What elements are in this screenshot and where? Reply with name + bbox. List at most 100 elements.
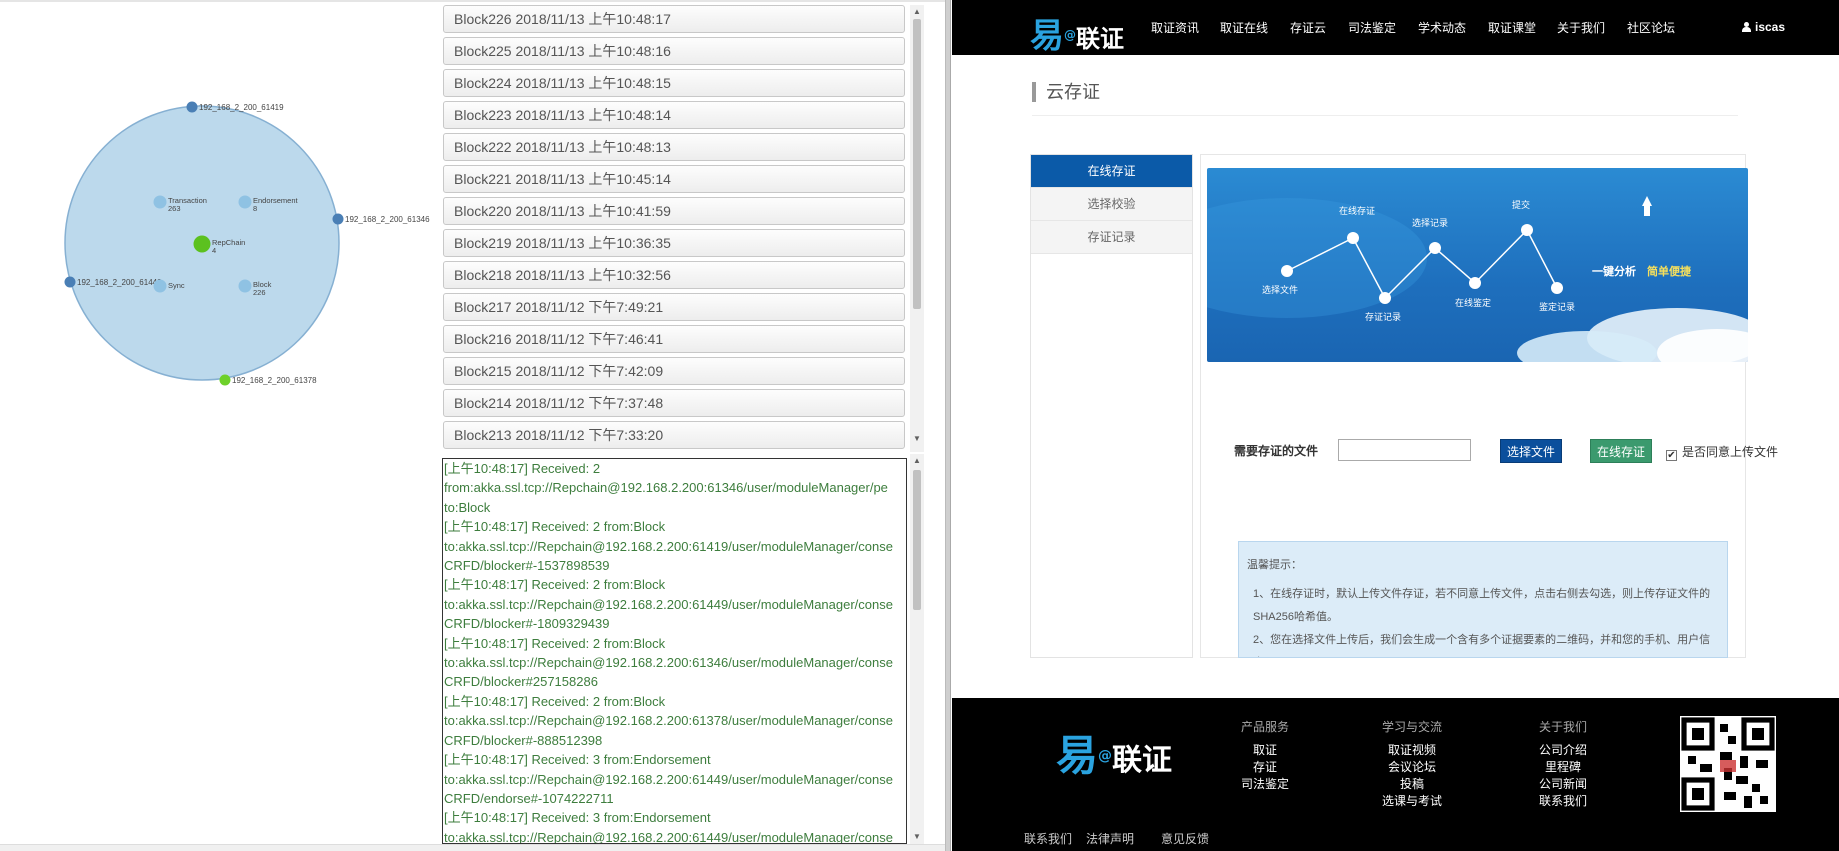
module-node-block[interactable]: [238, 279, 252, 293]
block-item[interactable]: Block219 2018/11/13 上午10:36:35: [443, 229, 905, 257]
footer-link[interactable]: 司法鉴定: [1230, 776, 1300, 793]
choose-file-button[interactable]: 选择文件: [1500, 439, 1562, 463]
site-logo[interactable]: 易@联证: [1030, 8, 1124, 57]
nav-item[interactable]: 取证在线: [1220, 19, 1268, 36]
log-line: [上午10:48:17] Received: 3 from:Endorsemen…: [444, 810, 711, 826]
user-icon: [1742, 22, 1751, 32]
footer-link[interactable]: 联系我们: [1528, 793, 1598, 810]
side-menu-records[interactable]: 存证记录: [1031, 221, 1192, 254]
scroll-down-arrow-icon[interactable]: ▼: [910, 830, 924, 844]
footer-link[interactable]: 存证: [1230, 759, 1300, 776]
block-item[interactable]: Block221 2018/11/13 上午10:45:14: [443, 165, 905, 193]
agree-upload-checkbox[interactable]: ✔ 是否同意上传文件: [1666, 443, 1778, 461]
user-menu[interactable]: iscas: [1742, 20, 1785, 34]
log-line: to:akka.ssl.tcp://Repchain@192.168.2.200…: [444, 713, 893, 729]
module-node-endorsement[interactable]: [238, 195, 252, 209]
footer-link[interactable]: 选课与考试: [1372, 793, 1452, 810]
tips-line: SHA256哈希值。: [1253, 611, 1338, 623]
scroll-up-arrow-icon[interactable]: ▲: [910, 5, 924, 19]
rocket-icon: [1642, 196, 1652, 206]
module-count-block: 226: [253, 288, 266, 297]
block-item[interactable]: Block223 2018/11/13 上午10:48:14: [443, 101, 905, 129]
checkbox-checked-icon[interactable]: ✔: [1666, 450, 1677, 461]
log-line: CRFD/blocker#-1809329439: [444, 616, 610, 632]
online-evidence-button[interactable]: 在线存证: [1590, 439, 1652, 463]
horizontal-scrollbar[interactable]: [0, 844, 945, 851]
tips-line: 1、在线存证时，默认上传文件存证，若不同意上传文件，点击右侧去勾选，则上传存证文…: [1253, 588, 1711, 600]
footer-link[interactable]: 公司介绍: [1528, 742, 1598, 759]
nav-item[interactable]: 取证资讯: [1151, 19, 1199, 36]
message-log[interactable]: [上午10:48:17] Received: 2 from:akka.ssl.t…: [442, 458, 907, 844]
tips-line: 2、您在选择文件上传后，我们会生成一个含有多个证据要素的二维码，并和您的手机、用…: [1253, 634, 1711, 646]
module-node-sync[interactable]: [153, 279, 167, 293]
log-line: [上午10:48:17] Received: 2 from:Block: [444, 519, 666, 535]
peer-node-61346[interactable]: [332, 213, 344, 225]
footer-bottom-link[interactable]: 法律声明: [1086, 830, 1134, 847]
footer-logo[interactable]: 易@联证: [1056, 722, 1172, 783]
network-topology-graph: 192_168_2_200_61419 192_168_2_200_61346 …: [64, 101, 430, 386]
slogan-a: 一键分析: [1592, 264, 1636, 278]
peer-label-61346: 192_168_2_200_61346: [345, 215, 430, 224]
footer-link[interactable]: 投稿: [1372, 776, 1452, 793]
footer-link[interactable]: 取证: [1230, 742, 1300, 759]
block-item[interactable]: Block213 2018/11/12 下午7:33:20: [443, 421, 905, 449]
footer-col-title: 产品服务: [1240, 720, 1289, 734]
scroll-down-arrow-icon[interactable]: ▼: [910, 432, 924, 446]
upload-file-label: 需要存证的文件: [1234, 444, 1319, 458]
module-label-endorsement: Endorsement: [253, 196, 299, 205]
module-node-transaction[interactable]: [153, 195, 167, 209]
peer-label-61378: 192_168_2_200_61378: [232, 376, 317, 385]
qr-code-icon: [1680, 716, 1776, 812]
block-item[interactable]: Block225 2018/11/13 上午10:48:16: [443, 37, 905, 65]
nav-item[interactable]: 学术动态: [1418, 19, 1466, 36]
window-divider[interactable]: [945, 0, 951, 851]
scroll-thumb[interactable]: [913, 470, 921, 610]
footer-col-about: 关于我们 公司介绍 里程碑 公司新闻 联系我们: [1528, 718, 1598, 810]
footer-bottom-link[interactable]: 联系我们: [1024, 830, 1072, 847]
side-menu-online-evidence[interactable]: 在线存证: [1031, 155, 1192, 188]
nav-item[interactable]: 司法鉴定: [1348, 19, 1396, 36]
block-item[interactable]: Block217 2018/11/12 下午7:49:21: [443, 293, 905, 321]
log-line: to:akka.ssl.tcp://Repchain@192.168.2.200…: [444, 829, 893, 844]
footer-link[interactable]: 里程碑: [1528, 759, 1598, 776]
process-banner: 选择文件 在线存证 存证记录 选择记录 在线鉴定 提交 鉴定记录 一键分析 简单…: [1207, 168, 1748, 362]
block-item[interactable]: Block215 2018/11/12 下午7:42:09: [443, 357, 905, 385]
block-item[interactable]: Block218 2018/11/13 上午10:32:56: [443, 261, 905, 289]
peer-label-61419: 192_168_2_200_61419: [199, 103, 284, 112]
nav-item[interactable]: 关于我们: [1557, 19, 1605, 36]
module-count-repchain: 4: [212, 246, 216, 255]
site-footer: 易@联证 产品服务 取证 存证 司法鉴定 学习与交流 取证视频 会议论坛 投稿 …: [952, 698, 1839, 851]
block-list-scrollbar[interactable]: ▲ ▼: [910, 5, 924, 452]
step-label: 提交: [1512, 199, 1530, 210]
peer-node-61419[interactable]: [186, 101, 198, 113]
username: iscas: [1755, 20, 1786, 34]
log-line: CRFD/blocker#-1537898539: [444, 558, 610, 574]
footer-link[interactable]: 会议论坛: [1372, 759, 1452, 776]
footer-bottom-link[interactable]: 意见反馈: [1161, 830, 1209, 847]
side-menu-verify[interactable]: 选择校验: [1031, 188, 1192, 221]
footer-col-learning: 学习与交流 取证视频 会议论坛 投稿 选课与考试: [1372, 718, 1452, 810]
module-node-repchain[interactable]: [193, 235, 211, 253]
evidence-site-panel: 易@联证 取证资讯 取证在线 存证云 司法鉴定 学术动态 取证课堂 关于我们 社…: [952, 0, 1839, 851]
nav-item[interactable]: 社区论坛: [1627, 19, 1675, 36]
peer-node-61378[interactable]: [219, 374, 231, 386]
block-item[interactable]: Block214 2018/11/12 下午7:37:48: [443, 389, 905, 417]
footer-link[interactable]: 公司新闻: [1528, 776, 1598, 793]
step-label: 选择文件: [1262, 284, 1298, 295]
block-item[interactable]: Block222 2018/11/13 上午10:48:13: [443, 133, 905, 161]
log-scrollbar[interactable]: ▲ ▼: [910, 454, 924, 844]
log-line: CRFD/blocker#-888512398: [444, 732, 603, 748]
block-item[interactable]: Block224 2018/11/13 上午10:48:15: [443, 69, 905, 97]
log-line: [上午10:48:17] Received: 2 from:Block: [444, 635, 666, 651]
block-item[interactable]: Block220 2018/11/13 上午10:41:59: [443, 197, 905, 225]
block-item[interactable]: Block216 2018/11/12 下午7:46:41: [443, 325, 905, 353]
scroll-up-arrow-icon[interactable]: ▲: [910, 454, 924, 468]
footer-link[interactable]: 取证视频: [1372, 742, 1452, 759]
scroll-thumb[interactable]: [913, 19, 921, 309]
block-item[interactable]: Block226 2018/11/13 上午10:48:17: [443, 5, 905, 33]
title-divider: [1032, 115, 1738, 116]
file-name-input[interactable]: [1338, 439, 1471, 461]
nav-item[interactable]: 存证云: [1290, 19, 1326, 36]
nav-item[interactable]: 取证课堂: [1488, 19, 1536, 36]
peer-node-61449[interactable]: [64, 276, 76, 288]
